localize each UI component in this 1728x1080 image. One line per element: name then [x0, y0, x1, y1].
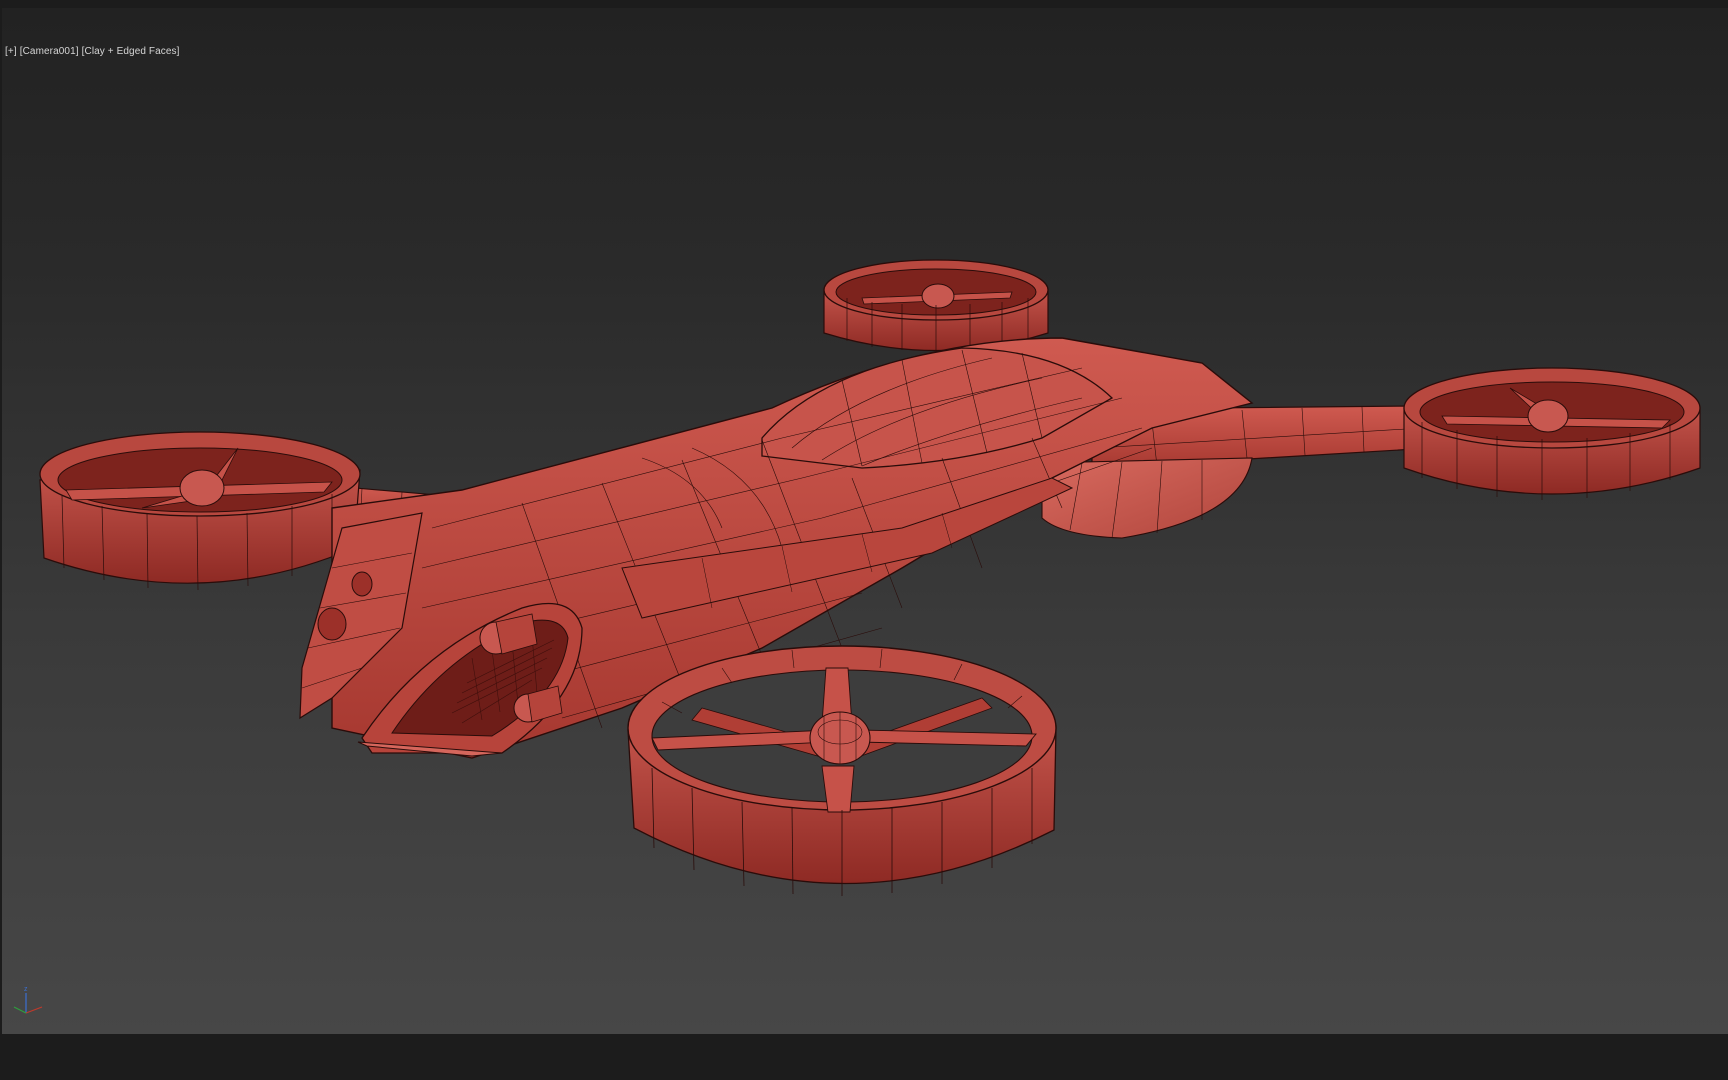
viewport-shading-menu[interactable]: [Clay + Edged Faces] [82, 46, 180, 57]
viewport-label: [+] [Camera001] [Clay + Edged Faces] [5, 46, 180, 57]
viewport-camera-menu[interactable]: [Camera001] [20, 46, 79, 57]
app-frame: [+] [Camera001] [Clay + Edged Faces] z [0, 0, 1728, 1080]
fan-front[interactable] [627, 645, 1057, 896]
scene-render[interactable] [2, 8, 1728, 1034]
bottom-bar [0, 1034, 1728, 1080]
fan-left[interactable] [39, 431, 361, 591]
fan-back-top[interactable] [823, 259, 1049, 352]
fan-right[interactable] [1403, 367, 1701, 500]
axis-gizmo-icon: z [13, 986, 43, 1014]
camera-viewport[interactable]: [+] [Camera001] [Clay + Edged Faces] z [2, 8, 1728, 1034]
axis-z-label: z [24, 986, 28, 993]
viewport-menu-plus[interactable]: [+] [5, 46, 17, 57]
